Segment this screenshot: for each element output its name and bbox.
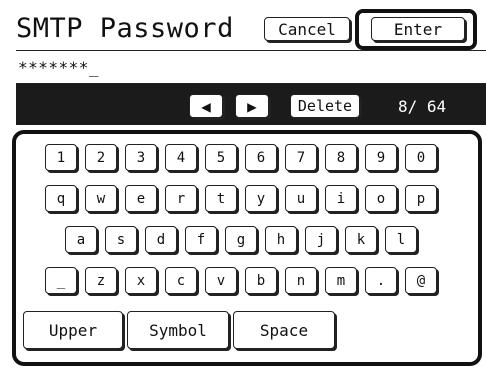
space-button[interactable]: Space [233,311,335,349]
key-underscore[interactable]: _ [45,267,77,294]
cursor-left-button[interactable]: ◀ [189,94,223,118]
key-k[interactable]: k [345,226,377,253]
key-l[interactable]: l [385,226,417,253]
key-0[interactable]: 0 [405,144,437,171]
key-r[interactable]: r [165,185,197,212]
key-6[interactable]: 6 [245,144,277,171]
key-s[interactable]: s [105,226,137,253]
character-counter: 8/ 64 [398,97,447,116]
key-2[interactable]: 2 [85,144,117,171]
symbol-button[interactable]: Symbol [127,311,229,349]
upper-button[interactable]: Upper [23,311,123,349]
delete-button[interactable]: Delete [290,94,360,118]
key-z[interactable]: z [85,267,117,294]
key-b[interactable]: b [245,267,277,294]
key-1[interactable]: 1 [45,144,77,171]
password-value: *******_ [18,58,100,77]
enter-button[interactable]: Enter [371,17,465,41]
key-d[interactable]: d [145,226,177,253]
key-e[interactable]: e [125,185,157,212]
key-t[interactable]: t [205,185,237,212]
key-i[interactable]: i [325,185,357,212]
key-g[interactable]: g [225,226,257,253]
key-n[interactable]: n [285,267,317,294]
key-j[interactable]: j [305,226,337,253]
key-a[interactable]: a [65,226,97,253]
key-x[interactable]: x [125,267,157,294]
key-f[interactable]: f [185,226,217,253]
key-period[interactable]: . [365,267,397,294]
key-v[interactable]: v [205,267,237,294]
key-w[interactable]: w [85,185,117,212]
key-u[interactable]: u [285,185,317,212]
key-o[interactable]: o [365,185,397,212]
key-3[interactable]: 3 [125,144,157,171]
key-c[interactable]: c [165,267,197,294]
key-5[interactable]: 5 [205,144,237,171]
key-4[interactable]: 4 [165,144,197,171]
key-8[interactable]: 8 [325,144,357,171]
key-h[interactable]: h [265,226,297,253]
key-q[interactable]: q [45,185,77,212]
key-m[interactable]: m [325,267,357,294]
key-y[interactable]: y [245,185,277,212]
key-at[interactable]: @ [405,267,437,294]
key-7[interactable]: 7 [285,144,317,171]
key-9[interactable]: 9 [365,144,397,171]
cursor-right-button[interactable]: ▶ [235,94,269,118]
page-title: SMTP Password [16,13,234,44]
cancel-button[interactable]: Cancel [264,17,350,41]
key-p[interactable]: p [405,185,437,212]
